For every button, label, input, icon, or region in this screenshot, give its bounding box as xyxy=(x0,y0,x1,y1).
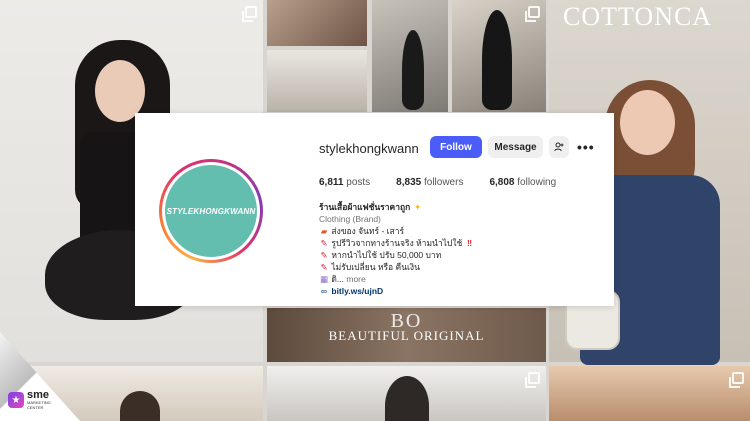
truck-icon: ▰ xyxy=(320,226,328,236)
bio-line: ส่งของ จันทร์ - เสาร์ xyxy=(331,226,405,236)
following-stat[interactable]: 6,808 following xyxy=(489,177,556,188)
exclamation-icon: ‼ xyxy=(467,238,473,248)
followers-count: 8,835 xyxy=(396,177,422,188)
profile-avatar[interactable]: STYLEKHONGKWANN xyxy=(165,165,257,257)
multi-photo-icon xyxy=(525,372,540,388)
star-logo-icon: ★ xyxy=(8,392,24,408)
pushpin-icon: ✎ xyxy=(320,262,328,272)
sparkle-icon: ✦ xyxy=(414,202,422,212)
following-count: 6,808 xyxy=(489,177,515,188)
post-thumbnail-selfie[interactable] xyxy=(267,0,367,46)
multi-photo-icon xyxy=(525,6,540,22)
post-thumbnail-black-outfit[interactable] xyxy=(452,0,546,112)
sme-watermark: ★ sme MARKETING CENTER xyxy=(8,390,51,410)
more-options-icon[interactable]: ••• xyxy=(577,139,595,155)
avatar-logo-text: STYLEKHONGKWANN xyxy=(166,206,256,216)
suggest-user-button[interactable] xyxy=(549,136,569,158)
bio-truncated: ดิ... xyxy=(331,274,344,284)
multi-photo-icon xyxy=(242,6,257,22)
bio-line: ไม่รับเปลี่ยน หรือ คืนเงิน xyxy=(331,262,420,272)
bio-more-link[interactable]: more xyxy=(346,274,365,284)
overlay-caption-text: BEAUTIFUL ORIGINAL xyxy=(328,328,485,343)
follow-button[interactable]: Follow xyxy=(430,136,482,158)
brand-overlay-text: COTTONCA xyxy=(563,2,713,31)
profile-stats: 6,811 posts 8,835 followers 6,808 follow… xyxy=(319,177,582,188)
post-thumbnail-beautiful-original[interactable]: BO BEAUTIFUL ORIGINAL xyxy=(267,308,546,362)
profile-bio: ร้านเสื้อผ้าแฟชั่นราคาถูก ✦ Clothing (Br… xyxy=(319,201,599,297)
bio-name: ร้านเสื้อผ้าแฟชั่นราคาถูก xyxy=(319,202,411,212)
bio-category: Clothing (Brand) xyxy=(319,214,381,224)
following-label: following xyxy=(517,177,557,188)
posts-stat[interactable]: 6,811 posts xyxy=(319,177,370,188)
posts-count: 6,811 xyxy=(319,177,344,188)
link-icon: ∞ xyxy=(320,286,328,296)
followers-label: followers xyxy=(423,177,464,188)
profile-card: STYLEKHONGKWANN stylekhongkwann Follow M… xyxy=(135,113,614,306)
bio-link[interactable]: bitly.ws/ujnD xyxy=(331,286,383,296)
pushpin-icon: ✎ xyxy=(320,238,328,248)
followers-stat[interactable]: 8,835 followers xyxy=(396,177,463,188)
multi-photo-icon xyxy=(729,372,744,388)
bio-line: หากนำไปใช้ ปรับ 50,000 บาท xyxy=(331,250,442,260)
post-thumbnail-room[interactable] xyxy=(267,50,367,112)
post-thumbnail-bottom-right[interactable] xyxy=(549,366,750,421)
bio-line: รูปรีวิวจากทางร้านจริง ห้ามนำไปใช้ xyxy=(331,238,463,248)
add-user-icon xyxy=(554,142,564,152)
post-thumbnail-mirror[interactable] xyxy=(372,0,448,112)
profile-username: stylekhongkwann xyxy=(319,141,419,156)
message-button[interactable]: Message xyxy=(488,136,543,158)
story-ring[interactable]: STYLEKHONGKWANN xyxy=(159,159,263,263)
watermark-brand: sme xyxy=(27,389,50,401)
pushpin-icon: ✎ xyxy=(320,250,328,260)
watermark-sub2: CENTER xyxy=(27,405,44,410)
calendar-icon: ▦ xyxy=(319,274,329,284)
post-thumbnail-bottom-center[interactable] xyxy=(267,366,546,421)
posts-label: posts xyxy=(346,177,371,188)
